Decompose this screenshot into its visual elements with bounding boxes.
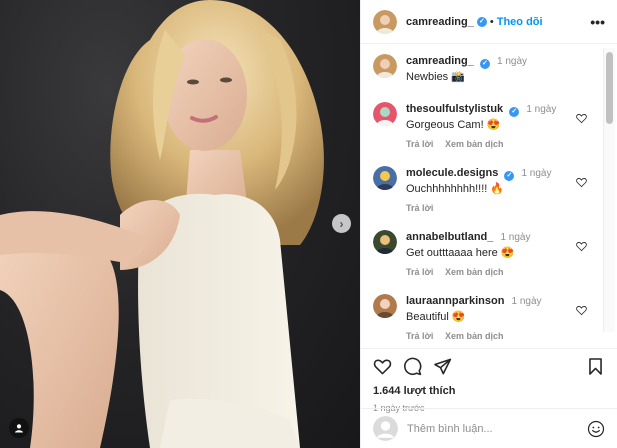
comment-text: Get outttaaaa here 😍 xyxy=(406,247,515,259)
add-comment-bar xyxy=(361,408,617,448)
comment-username[interactable]: molecule.designs xyxy=(406,167,498,179)
commenter-avatar[interactable] xyxy=(373,102,397,126)
caption-username[interactable]: camreading_ xyxy=(406,55,474,67)
caption-time[interactable]: 1 ngày xyxy=(497,56,527,67)
reply-button[interactable]: Trả lời xyxy=(406,203,433,213)
reply-button[interactable]: Trả lời xyxy=(406,331,433,341)
follow-button[interactable]: Theo dõi xyxy=(497,16,543,28)
more-options-icon[interactable]: ••• xyxy=(590,14,605,30)
like-heart-icon[interactable] xyxy=(373,357,392,376)
like-comment-heart-icon[interactable] xyxy=(576,177,587,188)
chevron-right-icon: › xyxy=(339,216,344,231)
commenter-avatar[interactable] xyxy=(373,294,397,318)
verified-badge-icon: ✓ xyxy=(479,59,490,69)
comment-item: thesoulfulstylistuk ✓ 1 ngày Gorgeous Ca… xyxy=(373,102,617,149)
user-tag-icon xyxy=(15,424,23,433)
translate-button[interactable]: Xem bản dịch xyxy=(445,331,504,341)
caption-author-avatar[interactable] xyxy=(373,54,397,78)
comment-time[interactable]: 1 ngày xyxy=(521,168,551,179)
comment-input[interactable] xyxy=(407,422,587,435)
header-separator: • xyxy=(489,15,494,28)
like-comment-heart-icon[interactable] xyxy=(576,241,587,252)
comment-text: Beautiful 😍 xyxy=(406,311,466,323)
reply-button[interactable]: Trả lời xyxy=(406,139,433,149)
verified-badge-icon: ✓ xyxy=(476,16,487,27)
comment-time[interactable]: 1 ngày xyxy=(526,104,556,115)
next-photo-button[interactable]: › xyxy=(332,214,351,233)
post-photo[interactable]: › xyxy=(0,0,360,448)
photo-illustration xyxy=(0,0,324,448)
comments-scrollbar[interactable] xyxy=(603,48,615,332)
caption-text: Newbies 📸 xyxy=(406,71,465,83)
post-side-panel: camreading_ ✓ • Theo dõi ••• camreading_… xyxy=(360,0,617,448)
emoji-picker-icon[interactable] xyxy=(587,420,605,438)
current-user-avatar xyxy=(373,416,398,441)
like-comment-heart-icon[interactable] xyxy=(576,113,587,124)
author-avatar[interactable] xyxy=(373,9,397,34)
commenter-avatar[interactable] xyxy=(373,230,397,254)
author-username[interactable]: camreading_ xyxy=(406,16,474,28)
comment-text: Ouchhhhhhhh!!!! 🔥 xyxy=(406,183,505,195)
likes-count[interactable]: 1.644 lượt thích xyxy=(373,385,605,397)
comment-bubble-icon[interactable] xyxy=(403,357,422,376)
caption-item: camreading_ ✓ 1 ngày Newbies 📸 xyxy=(373,54,617,84)
comment-item: annabelbutland_ 1 ngày Get outttaaaa her… xyxy=(373,230,617,277)
scrollbar-thumb[interactable] xyxy=(606,52,613,124)
comment-item: lauraannparkinson 1 ngày Beautiful 😍 Trả… xyxy=(373,294,617,341)
comment-text: Gorgeous Cam! 😍 xyxy=(406,119,501,131)
tagged-users-button[interactable] xyxy=(9,418,29,438)
comment-username[interactable]: annabelbutland_ xyxy=(406,231,493,243)
save-bookmark-icon[interactable] xyxy=(586,357,605,376)
comment-username[interactable]: lauraannparkinson xyxy=(406,295,504,307)
translate-button[interactable]: Xem bản dịch xyxy=(445,267,504,277)
comment-item: molecule.designs ✓ 1 ngày Ouchhhhhhhh!!!… xyxy=(373,166,617,213)
share-paper-plane-icon[interactable] xyxy=(433,357,452,376)
post-header: camreading_ ✓ • Theo dõi ••• xyxy=(361,0,617,44)
verified-badge-icon: ✓ xyxy=(504,171,515,181)
comments-list[interactable]: camreading_ ✓ 1 ngày Newbies 📸 thesoulfu… xyxy=(361,44,617,348)
verified-badge-icon: ✓ xyxy=(509,107,520,117)
comment-username[interactable]: thesoulfulstylistuk xyxy=(406,103,503,115)
post-dialog: › camreading_ ✓ • Theo dõi ••• camreadin… xyxy=(0,0,617,448)
comment-time[interactable]: 1 ngày xyxy=(500,232,530,243)
commenter-avatar[interactable] xyxy=(373,166,397,190)
translate-button[interactable]: Xem bản dịch xyxy=(445,139,504,149)
like-comment-heart-icon[interactable] xyxy=(576,305,587,316)
reply-button[interactable]: Trả lời xyxy=(406,267,433,277)
comment-time[interactable]: 1 ngày xyxy=(511,296,541,307)
